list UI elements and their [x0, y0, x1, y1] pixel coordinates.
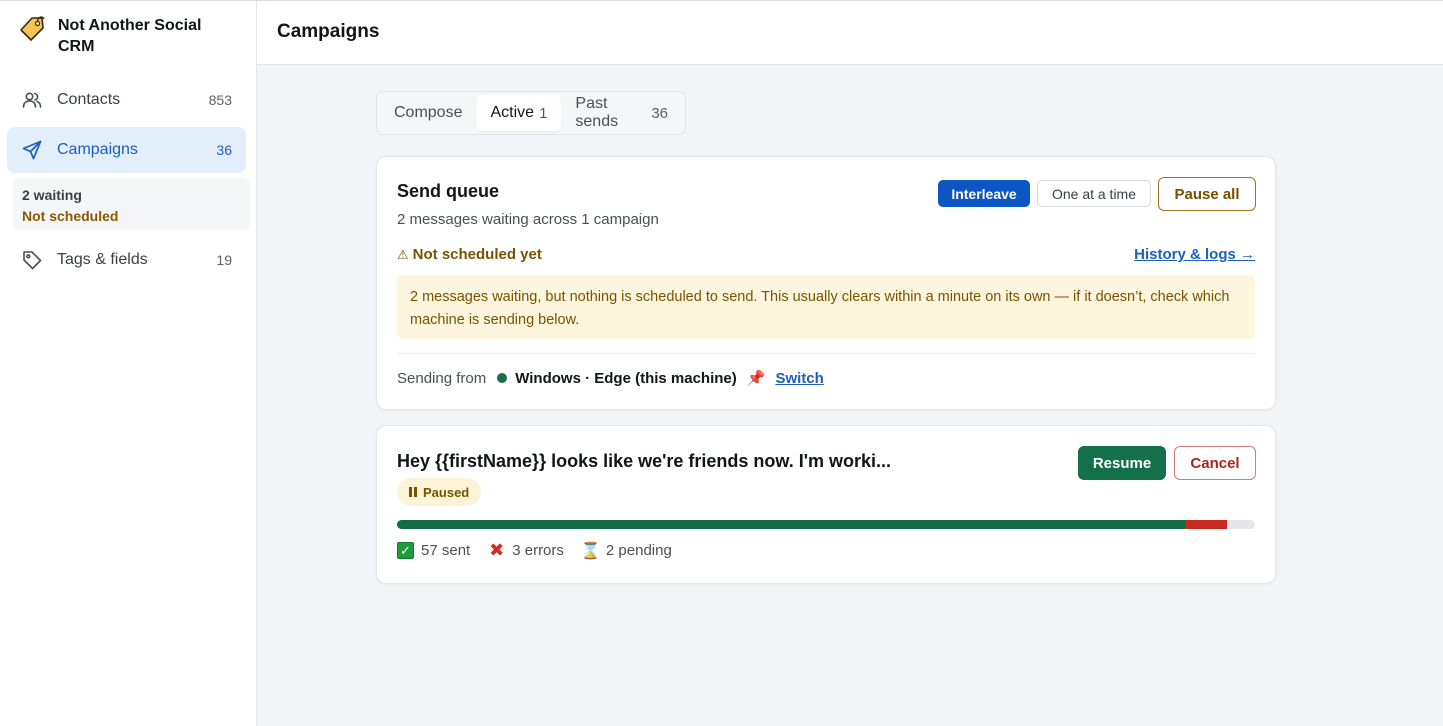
brand[interactable]: Not Another Social CRM [18, 15, 228, 57]
campaign-title: Hey {{firstName}} looks like we're frien… [397, 451, 892, 471]
status-badge: Paused [397, 478, 482, 506]
tab-label: Compose [394, 104, 463, 121]
campaign-stats: ✓ 57 sent ✖ 3 errors ⌛ 2 pending [397, 540, 690, 560]
tab-label: Active [490, 104, 535, 121]
switch-machine-link[interactable]: Switch [775, 370, 823, 387]
status-text: Paused [423, 484, 470, 500]
sidebar-item-tags[interactable]: Tags & fields 19 [7, 237, 246, 283]
schedule-status: Not scheduled [22, 208, 119, 224]
online-status-dot [497, 373, 508, 383]
tag-icon [21, 249, 43, 271]
progress-bar [397, 520, 1255, 529]
check-icon: ✓ [397, 542, 414, 559]
tab-past-sends[interactable]: Past sends 36 [561, 95, 682, 131]
queue-subtitle: 2 messages waiting across 1 campaign [397, 211, 659, 228]
stat-errors: ✖ 3 errors [488, 540, 564, 560]
send-icon [21, 139, 43, 161]
pending-count: 2 pending [605, 542, 672, 559]
page-title: Campaigns [277, 21, 380, 42]
one-at-a-time-button[interactable]: One at a time [1037, 180, 1151, 207]
schedule-warning: ⚠ Not scheduled yet [397, 246, 542, 263]
tab-count: 36 [651, 104, 668, 122]
sent-count: 57 sent [421, 542, 471, 559]
history-logs-link[interactable]: History & logs → [1134, 246, 1255, 263]
sidebar-item-count: 36 [216, 142, 232, 158]
queue-status-box[interactable]: 2 waiting Not scheduled [13, 178, 250, 230]
users-icon [21, 89, 43, 111]
sidebar-item-label: Contacts [57, 91, 121, 108]
sidebar-item-count: 853 [208, 92, 232, 108]
sidebar-item-label: Campaigns [57, 141, 138, 158]
tab-active[interactable]: Active 1 [476, 95, 562, 131]
pause-all-button[interactable]: Pause all [1158, 177, 1256, 211]
sidebar: Not Another Social CRM Contacts 853 Camp… [0, 1, 257, 726]
schedule-alert: 2 messages waiting, but nothing is sched… [397, 275, 1255, 339]
pause-icon [409, 487, 417, 497]
error-count: 3 errors [512, 542, 564, 559]
tab-count: 1 [539, 104, 548, 122]
tab-bar: Compose Active 1 Past sends 36 [376, 91, 686, 135]
stat-pending: ⌛ 2 pending [580, 542, 672, 560]
send-queue-card: Send queue 2 messages waiting across 1 c… [376, 156, 1276, 410]
waiting-count: 2 waiting [22, 187, 82, 203]
machine-name: Windows · Edge (this machine) [515, 369, 737, 387]
warning-icon: ⚠ [397, 246, 409, 262]
cancel-button[interactable]: Cancel [1174, 446, 1256, 480]
divider [397, 353, 1255, 354]
sidebar-item-count: 19 [216, 252, 232, 268]
error-x-icon: ✖ [489, 540, 505, 560]
sending-from-label: Sending from [397, 369, 487, 387]
tab-label: Past sends [575, 95, 619, 130]
tag-logo-icon [18, 15, 46, 43]
interleave-button[interactable]: Interleave [938, 180, 1030, 207]
resume-button[interactable]: Resume [1078, 446, 1166, 480]
warning-text: Not scheduled yet [412, 246, 542, 263]
pin-icon: 📌 [746, 370, 766, 387]
hourglass-icon: ⌛ [580, 542, 601, 560]
sidebar-item-campaigns[interactable]: Campaigns 36 [7, 127, 246, 173]
sending-from-row: Sending from Windows · Edge (this machin… [397, 369, 824, 388]
progress-error-segment [1185, 520, 1228, 529]
sidebar-item-label: Tags & fields [57, 251, 148, 268]
page-header: Campaigns [257, 1, 1443, 65]
app-name: Not Another Social CRM [58, 17, 202, 55]
queue-title: Send queue [397, 181, 500, 201]
campaign-card: Hey {{firstName}} looks like we're frien… [376, 425, 1276, 584]
sidebar-item-contacts[interactable]: Contacts 853 [7, 77, 246, 123]
tab-compose[interactable]: Compose [380, 95, 476, 131]
stat-sent: ✓ 57 sent [397, 542, 470, 559]
progress-sent-segment [397, 520, 1186, 529]
